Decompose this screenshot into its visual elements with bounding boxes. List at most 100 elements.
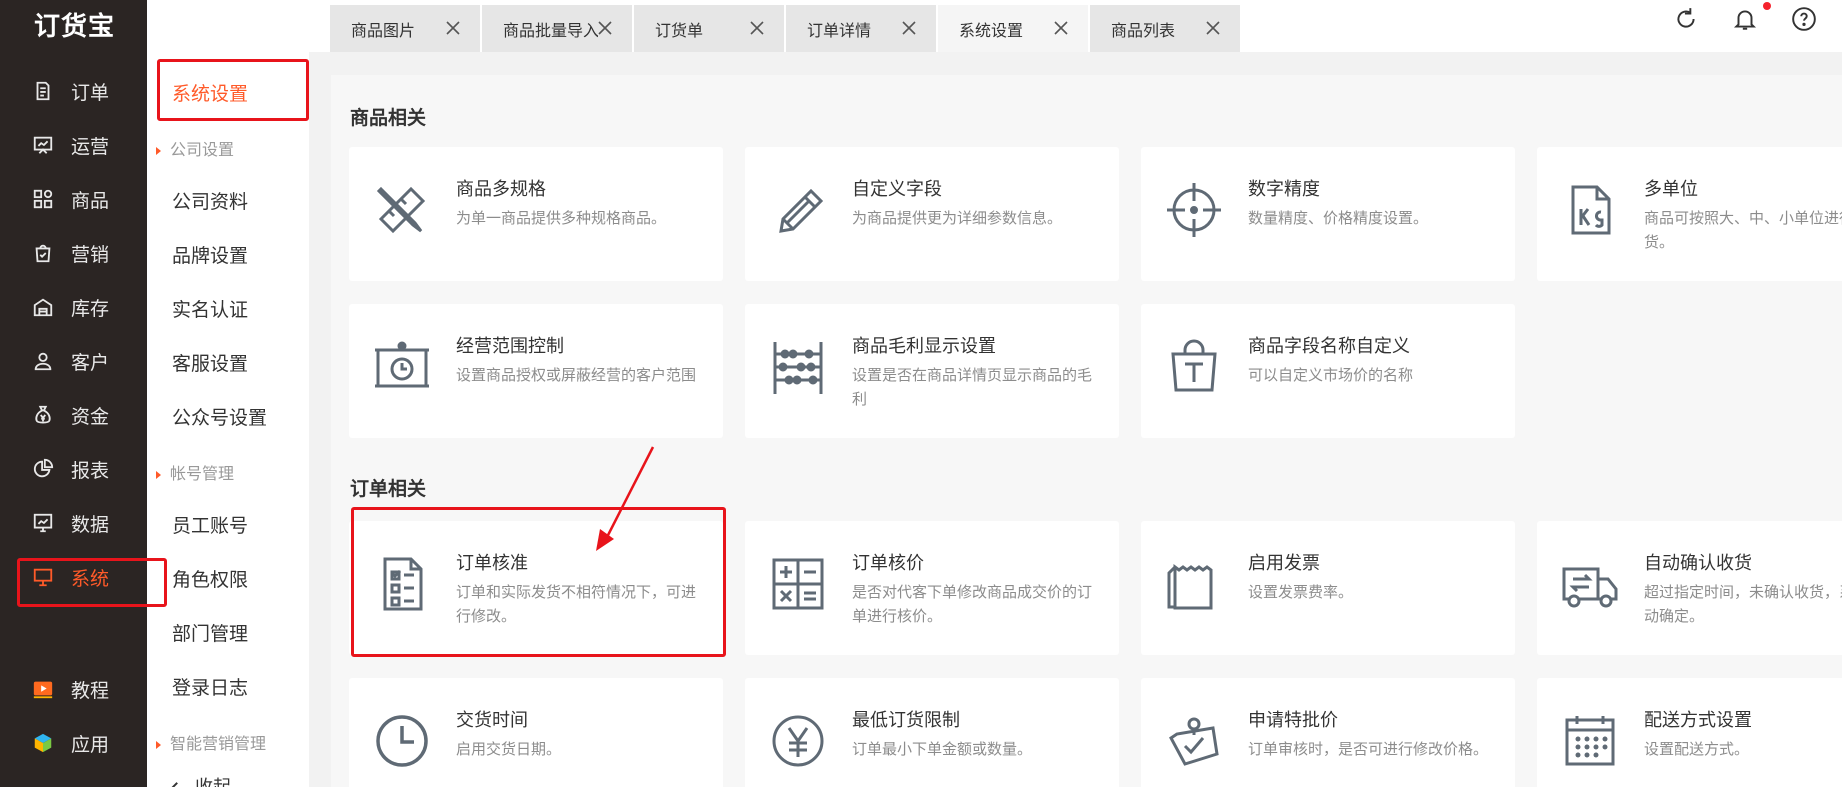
nav-label: 营销 xyxy=(71,243,110,266)
subnav-group-marketing: 智能营销管理 xyxy=(156,730,266,754)
clipboard-check-icon xyxy=(1169,717,1219,766)
card-order-price-check[interactable]: 订单核价 是否对代客下单修改商品成交价的订单进行核价。 xyxy=(745,521,1119,655)
tab-label: 订货单 xyxy=(655,20,704,40)
calendar-grid-icon xyxy=(1565,716,1615,766)
yen-coin-icon xyxy=(772,715,824,767)
subnav-collapse[interactable]: 收起 xyxy=(170,773,231,787)
card-special-price-request[interactable]: 申请特批价 订单审核时，是否可进行修改价格。 xyxy=(1141,678,1515,787)
nav-item-tutorial[interactable]: 教程 xyxy=(0,669,147,709)
close-icon[interactable] xyxy=(900,19,918,37)
nav-item-inventory[interactable]: 库存 xyxy=(0,287,147,327)
card-auto-confirm-receipt[interactable]: 自动确认收货 超过指定时间，未确认收货，系统自动确定。 xyxy=(1537,521,1842,655)
card-title: 交货时间 xyxy=(456,710,528,731)
nav-item-system[interactable]: 系统 xyxy=(0,557,147,597)
tab-product-batch-import[interactable]: 商品批量导入 xyxy=(482,5,632,52)
nav-item-reports[interactable]: 报表 xyxy=(0,449,147,489)
card-desc: 设置配送方式。 xyxy=(1644,740,1750,758)
nav-item-data[interactable]: 数据 xyxy=(0,503,147,543)
close-icon[interactable] xyxy=(1052,19,1070,37)
crosshair-icon xyxy=(1167,183,1221,237)
checklist-doc-icon xyxy=(383,557,423,611)
collapse-label: 收起 xyxy=(195,777,231,787)
card-desc: 为商品提供更为详细参数信息。 xyxy=(852,209,1063,227)
user-icon xyxy=(31,349,55,373)
card-number-precision[interactable]: 数字精度 数量精度、价格精度设置。 xyxy=(1141,147,1515,281)
tab-order-details[interactable]: 订单详情 xyxy=(786,5,936,52)
card-field-name-custom[interactable]: 商品字段名称自定义 可以自定义市场价的名称 xyxy=(1141,304,1515,438)
subnav-customer-service[interactable]: 客服设置 xyxy=(172,349,248,376)
subnav-staff-accounts[interactable]: 员工账号 xyxy=(172,511,248,538)
tab-system-settings[interactable]: 系统设置 xyxy=(938,5,1088,52)
pie-chart-icon xyxy=(31,457,55,481)
close-icon[interactable] xyxy=(596,19,614,37)
close-icon[interactable] xyxy=(444,19,462,37)
nav-item-funds[interactable]: 资金 xyxy=(0,395,147,435)
card-desc: 设置商品授权或屏蔽经营的客户范围 xyxy=(456,366,697,384)
tab-purchase-orders[interactable]: 订货单 xyxy=(634,5,784,52)
card-title: 启用发票 xyxy=(1248,553,1320,574)
cube-icon xyxy=(31,731,55,755)
card-business-scope[interactable]: 经营范围控制 设置商品授权或屏蔽经营的客户范围 xyxy=(349,304,723,438)
card-multi-unit[interactable]: 多单位 商品可按照大、中、小单位进行订货。 xyxy=(1537,147,1842,281)
marketing-bag-icon xyxy=(31,241,55,265)
refresh-icon[interactable] xyxy=(1673,6,1699,32)
card-multi-spec[interactable]: 商品多规格 为单一商品提供多种规格商品。 xyxy=(349,147,723,281)
card-custom-fields[interactable]: 自定义字段 为商品提供更为详细参数信息。 xyxy=(745,147,1119,281)
section-title-orders: 订单相关 xyxy=(350,478,427,500)
card-delivery-time[interactable]: 交货时间 启用交货日期。 xyxy=(349,678,723,787)
clock-icon xyxy=(376,715,428,767)
card-minimum-order[interactable]: 最低订货限制 订单最小下单金额或数量。 xyxy=(745,678,1119,787)
tab-product-images[interactable]: 商品图片 xyxy=(330,5,480,52)
subnav-login-log[interactable]: 登录日志 xyxy=(172,673,248,700)
nav-label: 库存 xyxy=(71,297,110,320)
card-title: 商品毛利显示设置 xyxy=(852,336,996,357)
board-chart-icon xyxy=(31,133,55,157)
subnav-company-profile[interactable]: 公司资料 xyxy=(172,187,248,214)
close-icon[interactable] xyxy=(1204,19,1222,37)
nav-item-marketing[interactable]: 营销 xyxy=(0,233,147,273)
pencil-icon xyxy=(779,188,824,233)
subnav-real-name-auth[interactable]: 实名认证 xyxy=(172,295,248,322)
card-delivery-method[interactable]: 配送方式设置 设置配送方式。 xyxy=(1537,678,1842,787)
section-title-goods: 商品相关 xyxy=(350,107,427,129)
card-title: 商品多规格 xyxy=(456,179,546,200)
subnav-official-account[interactable]: 公众号设置 xyxy=(172,403,267,430)
nav-label: 运营 xyxy=(71,135,110,158)
card-gross-profit-display[interactable]: 商品毛利显示设置 设置是否在商品详情页显示商品的毛利 xyxy=(745,304,1119,438)
nav-item-apps[interactable]: 应用 xyxy=(0,723,147,763)
subnav-role-permissions[interactable]: 角色权限 xyxy=(172,565,248,592)
card-desc: 可以自定义市场价的名称 xyxy=(1248,366,1414,384)
subnav-department[interactable]: 部门管理 xyxy=(172,619,248,646)
delivery-truck-icon xyxy=(1562,567,1618,608)
card-desc: 是否对代客下单修改商品成交价的订单进行核价。 xyxy=(852,583,1093,625)
help-icon[interactable] xyxy=(1791,6,1817,32)
subnav-group-company: 公司设置 xyxy=(156,136,234,160)
nav-item-operations[interactable]: 运营 xyxy=(0,125,147,165)
card-order-approval[interactable]: 订单核准 订单和实际发货不相符情况下，可进行修改。 xyxy=(349,521,723,655)
close-icon[interactable] xyxy=(748,19,766,37)
subnav-system-settings[interactable]: 系统设置 xyxy=(172,79,248,106)
tab-product-list[interactable]: 商品列表 xyxy=(1090,5,1240,52)
card-title: 经营范围控制 xyxy=(456,336,564,357)
card-desc: 订单和实际发货不相符情况下，可进行修改。 xyxy=(456,583,697,625)
t-bag-icon xyxy=(1171,339,1217,392)
nav-label: 教程 xyxy=(71,679,110,702)
money-bag-icon xyxy=(31,403,55,427)
bell-icon[interactable] xyxy=(1732,6,1758,32)
nav-label: 客户 xyxy=(71,351,110,374)
nav-item-products[interactable]: 商品 xyxy=(0,179,147,219)
nav-label: 报表 xyxy=(71,459,110,482)
nav-item-orders[interactable]: 订单 xyxy=(0,71,147,111)
tab-label: 商品列表 xyxy=(1111,20,1176,40)
warehouse-icon xyxy=(31,295,55,319)
card-desc: 商品可按照大、中、小单位进行订货。 xyxy=(1644,209,1842,251)
subnav-brand-settings[interactable]: 品牌设置 xyxy=(172,241,248,268)
nav-label: 系统 xyxy=(71,567,110,590)
card-enable-invoice[interactable]: 启用发票 设置发票费率。 xyxy=(1141,521,1515,655)
card-desc: 数量精度、价格精度设置。 xyxy=(1248,209,1429,227)
nav-item-customers[interactable]: 客户 xyxy=(0,341,147,381)
app-logo: 订货宝 xyxy=(34,12,116,42)
nav-label: 资金 xyxy=(71,405,110,428)
notification-dot xyxy=(1763,2,1771,10)
main-sidebar: 订货宝 订单 运营 商品 营销 库存 客户 资金 报表 数据 系统 教程 应用 xyxy=(0,0,147,787)
